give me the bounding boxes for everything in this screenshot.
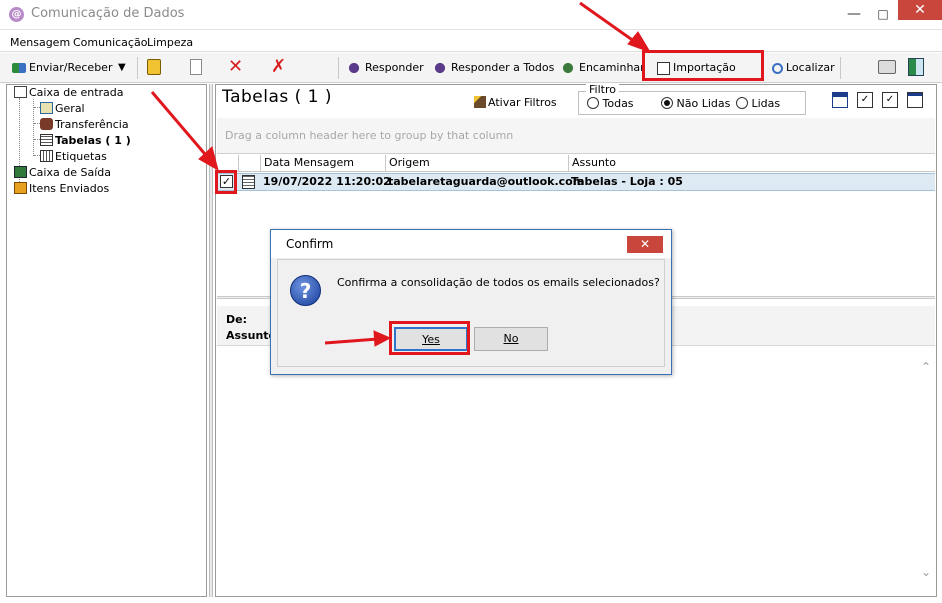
arrow-to-checkbox — [150, 91, 212, 161]
arrowhead-yes — [373, 330, 392, 347]
arrowhead-import — [627, 31, 652, 53]
arrow-to-import — [579, 1, 639, 46]
annotation-arrows — [150, 1, 652, 347]
arrow-to-yes — [324, 337, 379, 345]
